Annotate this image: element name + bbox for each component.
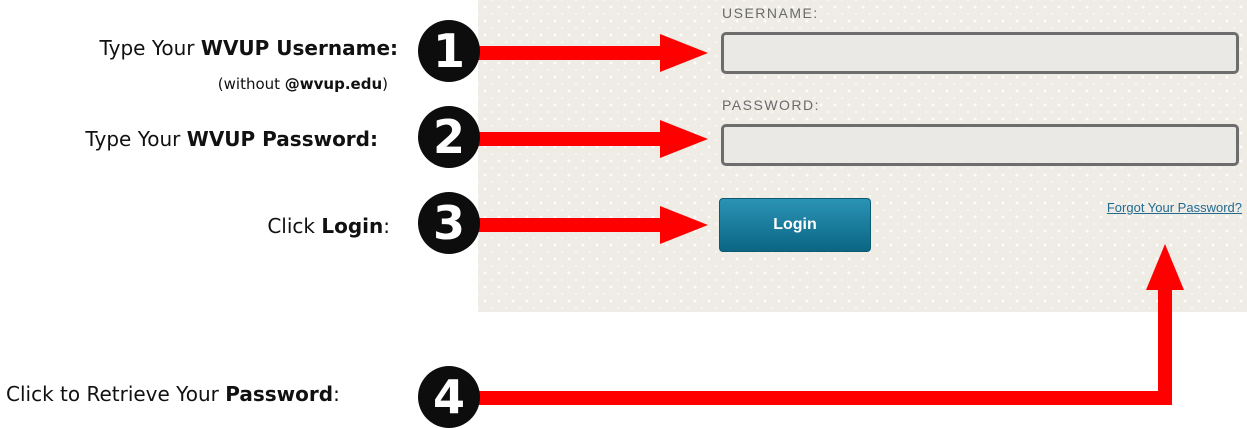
arrows-overlay [462,34,1184,405]
step-1-badge: 1 [418,20,480,82]
step-2-badge: 2 [418,106,480,168]
step-4-badge: 4 [418,366,480,428]
arrow-to-forgot-password [462,244,1184,405]
arrow-to-login [462,206,708,244]
arrow-to-username [462,34,708,72]
step-3-badge: 3 [418,192,480,254]
arrow-to-password [462,120,708,158]
